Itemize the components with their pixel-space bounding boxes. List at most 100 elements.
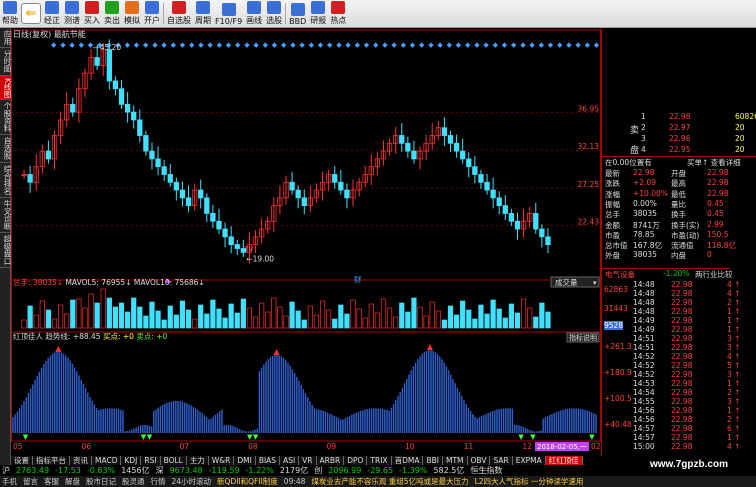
vtab-6[interactable]: 牛叉诊断 xyxy=(0,198,12,233)
toolbar-button-help[interactable]: 帮助 xyxy=(0,0,20,27)
indicator-tab[interactable]: W&R xyxy=(208,456,235,465)
toolbar-button-down-arrow[interactable]: 测谱 xyxy=(62,0,82,27)
tick-price: 22.98 xyxy=(671,361,693,370)
signal-diamond: ◆ xyxy=(309,41,315,49)
indicator-tab[interactable]: RSI xyxy=(141,456,161,465)
vtab-2[interactable]: K线图 xyxy=(0,75,12,101)
indicator-tabs: 设置 指标平台 资讯 MACD KDJ RSI BOLL 主力 W&R DMI BIAS ASI VR A… xyxy=(11,456,601,465)
volume-bar xyxy=(27,305,33,329)
status-item[interactable]: 留言 xyxy=(23,476,38,487)
signal-diamond: ◆ xyxy=(557,41,563,49)
indicator-tab[interactable]: SAR xyxy=(490,456,513,465)
volume-bar xyxy=(271,297,277,329)
candle-body xyxy=(118,88,125,105)
status-item[interactable]: 手机 xyxy=(2,476,17,487)
indicator-name: 红顶佳人 xyxy=(13,331,45,341)
status-item[interactable]: 24小时滚动 xyxy=(172,476,212,487)
indicator-tab[interactable]: VR xyxy=(299,456,317,465)
volume-bar xyxy=(149,301,155,329)
candle-body xyxy=(441,127,448,136)
toolbar-button-label: 帮助 xyxy=(2,16,18,25)
draw-line-icon xyxy=(247,1,262,14)
signal-diamond: ◆ xyxy=(51,41,57,49)
volume-bar xyxy=(51,318,58,329)
candle-body xyxy=(411,150,417,160)
date-tag-label: 2018-02-05,一 xyxy=(537,443,587,451)
indicator-tab[interactable]: TRIX xyxy=(367,456,392,465)
chevron-down-icon: ▾ xyxy=(593,279,597,287)
indicator-tab[interactable]: 首DMA xyxy=(391,456,424,465)
toolbar-button-account[interactable]: 开户 xyxy=(142,0,162,27)
vtab-4[interactable]: 自选股 xyxy=(0,135,12,163)
toolbar-button-simulate[interactable]: 模拟 xyxy=(122,0,142,27)
indicator-tab[interactable]: DMI xyxy=(234,456,256,465)
tick-volume: 3 ↑ xyxy=(727,370,741,379)
indicator-tab[interactable]: ARBR xyxy=(316,456,345,465)
volume-bar xyxy=(265,311,271,329)
ticker-item: 创 xyxy=(314,466,323,475)
indicator-tab[interactable]: 资讯 xyxy=(70,456,92,465)
toolbar-button-period[interactable]: 周期 xyxy=(193,0,213,27)
signal-diamond: ◆ xyxy=(419,41,425,49)
kline-chart[interactable]: 36.9532.1327.2522.43日线(复权) 最航节能◆ ◆ ◆ ◆ ◆ ◆ ◆ ◆ ◆… xyxy=(11,28,601,456)
indicator-tab[interactable]: BOLL xyxy=(160,456,187,465)
toolbar-button-f10[interactable]: F10/F9 xyxy=(213,0,244,27)
status-item[interactable]: 股灵通 xyxy=(122,476,145,487)
toolbar-button-stock-picker[interactable]: 选股 xyxy=(264,0,284,27)
indicator-tab[interactable]: BIAS xyxy=(255,456,281,465)
volume-bar xyxy=(460,300,466,329)
signal-diamond: ◆ xyxy=(152,41,158,49)
tick-time: 14:49 xyxy=(633,316,655,325)
indicator-tab[interactable]: DPO xyxy=(344,456,368,465)
toolbar: 帮助 ⇐ 经正 测谱 买入 卖出 模拟 开户 自选股 周期 F10/F9 画线 选股 BBD 研报 热点 xyxy=(0,0,756,28)
toolbar-button-report[interactable]: 研报 xyxy=(308,0,328,27)
vtab-7[interactable]: 超级盘口 xyxy=(0,233,12,268)
indicator-tab[interactable]: BBI xyxy=(423,456,443,465)
vtab-1[interactable]: 分时图 xyxy=(0,48,12,76)
toolbar-button-sell[interactable]: 卖出 xyxy=(102,0,122,27)
toolbar-button-bbd[interactable]: BBD xyxy=(287,0,308,27)
toolbar-button-buy[interactable]: 买入 xyxy=(82,0,102,27)
indicator-tab[interactable]: EXPMA xyxy=(512,456,546,465)
indicator-tab[interactable]: 指标平台 xyxy=(33,456,70,465)
status-item[interactable]: 客服 xyxy=(44,476,59,487)
signal-diamond: ◆ xyxy=(364,41,370,49)
tick-price: 22.98 xyxy=(671,352,693,361)
back-button[interactable]: ⇐ xyxy=(21,3,41,24)
tick-volume: 6 ↑ xyxy=(727,424,741,433)
volume-bar xyxy=(301,319,307,329)
status-item[interactable]: 股市日记 xyxy=(86,476,116,487)
toolbar-button-hot[interactable]: 热点 xyxy=(328,0,348,27)
volume-bar xyxy=(228,303,234,329)
stat-row: 最新 22.98 开盘 22.98 xyxy=(603,168,730,178)
vtab-3[interactable]: 个股资料 xyxy=(0,100,12,136)
indicator-tab[interactable]: KDJ xyxy=(121,456,142,465)
indicator-tab[interactable]: OBV xyxy=(467,456,491,465)
volume-bar xyxy=(277,306,283,329)
vtab-0[interactable]: 应用 xyxy=(0,28,12,48)
help-icon xyxy=(3,1,17,14)
indicator-tab[interactable]: MTM xyxy=(442,456,468,465)
status-item[interactable]: 解盘 xyxy=(65,476,80,487)
indicator-tab[interactable]: MACD xyxy=(92,456,122,465)
volume-bar xyxy=(399,302,405,329)
toolbar-button-up-arrow[interactable]: 经正 xyxy=(42,0,62,27)
toolbar-button-draw-line[interactable]: 画线 xyxy=(244,0,264,27)
indicator-tab[interactable]: 设置 xyxy=(11,456,33,465)
candle-body xyxy=(301,197,307,207)
volume-bar xyxy=(45,309,52,329)
toolbar-button-label: 买入 xyxy=(84,16,100,25)
stat-value2: 0.45 xyxy=(707,198,724,208)
stat-row: 总市值 167.8亿 流通值 118.8亿 xyxy=(603,240,736,250)
indicator-tab[interactable]: ASI xyxy=(280,456,300,465)
toolbar-button-favorites[interactable]: 自选股 xyxy=(165,0,193,27)
indicator-tab[interactable]: 红红顶佳 xyxy=(545,456,583,465)
buy-icon xyxy=(85,1,99,14)
ticker-item: 2763.49 xyxy=(16,466,50,475)
vtab-5[interactable]: 综合排名 xyxy=(0,163,12,198)
indicator-tab[interactable]: 主力 xyxy=(186,456,209,465)
signal-diamond: ◆ xyxy=(548,41,554,49)
candle-body xyxy=(155,158,161,168)
status-item[interactable]: 行情 xyxy=(151,476,166,487)
signal-diamond: ◆ xyxy=(336,41,342,49)
